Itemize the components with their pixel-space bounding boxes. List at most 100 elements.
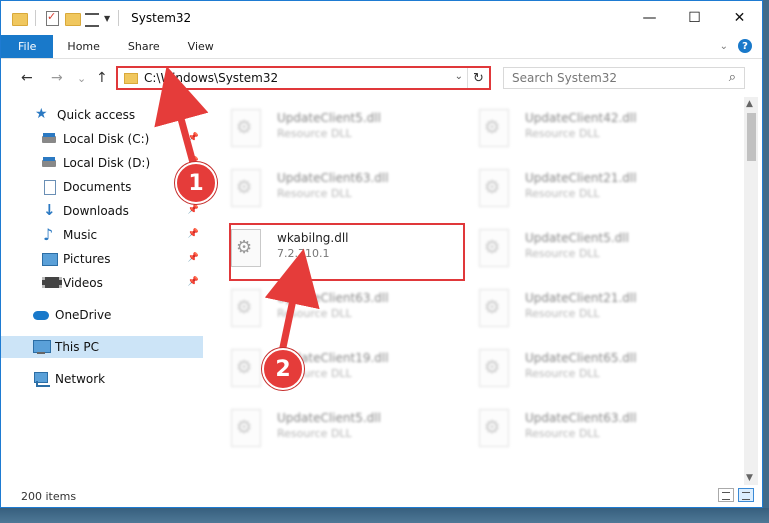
dll-file-icon: ⚙ xyxy=(231,349,261,387)
refresh-button[interactable]: ↻ xyxy=(467,68,489,88)
file-type: Resource DLL xyxy=(277,307,352,320)
address-bar[interactable]: C:\Windows\System32 ⌄ ↻ xyxy=(116,66,491,90)
file-type: Resource DLL xyxy=(277,427,352,440)
chevron-down-icon[interactable]: ⌄ xyxy=(455,71,463,82)
dll-file-icon: ⚙ xyxy=(479,109,509,147)
customize-toolbar-icon[interactable]: ▼ xyxy=(104,14,110,23)
scrollbar-thumb[interactable] xyxy=(747,113,756,161)
file-tile[interactable]: ⚙ UpdateClient65.dll Resource DLL xyxy=(459,341,689,393)
star-icon xyxy=(35,106,51,123)
tab-home[interactable]: Home xyxy=(53,35,113,58)
forward-button[interactable]: → xyxy=(51,70,63,86)
file-name: UpdateClient42.dll xyxy=(525,111,637,125)
dll-file-icon: ⚙ xyxy=(479,409,509,447)
recent-locations-button[interactable]: ⌄ xyxy=(77,72,86,85)
desktop-background-right xyxy=(763,0,769,523)
up-button[interactable]: ↑ xyxy=(96,70,108,86)
file-type: Resource DLL xyxy=(525,307,600,320)
ribbon-tabs: File Home Share View ⌄ ? xyxy=(1,35,762,59)
help-icon[interactable]: ? xyxy=(738,39,752,53)
maximize-button[interactable]: ☐ xyxy=(672,1,717,35)
file-tile[interactable]: ⚙ UpdateClient5.dll Resource DLL xyxy=(459,221,689,273)
tab-file[interactable]: File xyxy=(1,35,54,58)
scroll-down-icon[interactable]: ▼ xyxy=(746,473,753,483)
sidebar-item-pictures[interactable]: Pictures 📌 xyxy=(1,248,203,270)
close-button[interactable]: ✕ xyxy=(717,1,762,35)
file-name: UpdateClient5.dll xyxy=(277,411,381,425)
sidebar-item-local-disk-c[interactable]: Local Disk (C:) 📌 xyxy=(1,128,203,150)
file-type: Resource DLL xyxy=(525,367,600,380)
window-title: System32 xyxy=(131,11,192,25)
sidebar-item-quick-access[interactable]: Quick access xyxy=(1,104,203,126)
dll-file-icon: ⚙ xyxy=(231,409,261,447)
sidebar-item-label: Music xyxy=(63,228,98,242)
folder-icon xyxy=(11,10,28,26)
pin-icon: 📌 xyxy=(187,253,199,263)
minimize-button[interactable]: — xyxy=(627,1,672,35)
back-button[interactable]: ← xyxy=(21,70,33,86)
file-type: Resource DLL xyxy=(525,247,600,260)
file-tile[interactable]: ⚙ UpdateClient5.dll Resource DLL xyxy=(211,401,441,453)
pin-icon: 📌 xyxy=(187,277,199,287)
sidebar-item-label: Documents xyxy=(63,180,132,194)
this-pc-icon xyxy=(33,339,51,355)
toolbar-divider xyxy=(118,10,120,26)
vertical-scrollbar[interactable]: ▲ ▼ xyxy=(744,97,758,485)
sidebar-item-label: Videos xyxy=(63,276,103,290)
file-type: Resource DLL xyxy=(277,187,352,200)
navigation-bar: ← → ⌄ ↑ C:\Windows\System32 ⌄ ↻ Search S… xyxy=(1,61,762,95)
search-placeholder[interactable]: Search System32 xyxy=(512,71,617,85)
pin-icon: 📌 xyxy=(187,205,199,215)
step-1-badge: 1 xyxy=(175,162,217,204)
view-options-icon[interactable] xyxy=(84,10,100,27)
sidebar-item-label: Quick access xyxy=(57,108,136,122)
search-box[interactable]: Search System32 ⌕ xyxy=(503,67,745,89)
sidebar-item-videos[interactable]: Videos 📌 xyxy=(1,272,203,294)
pin-icon: 📌 xyxy=(187,229,199,239)
large-icons-view-button[interactable] xyxy=(738,488,754,502)
sidebar-item-documents[interactable]: Documents 📌 xyxy=(1,176,203,198)
scroll-up-icon[interactable]: ▲ xyxy=(746,99,753,109)
file-tile[interactable]: ⚙ UpdateClient21.dll Resource DLL xyxy=(459,161,689,213)
desktop-background-bottom xyxy=(0,508,769,523)
videos-icon xyxy=(41,275,62,291)
file-name: UpdateClient5.dll xyxy=(525,231,629,245)
sidebar-item-network[interactable]: Network xyxy=(1,368,203,390)
file-tile[interactable]: ⚙ UpdateClient63.dll Resource DLL xyxy=(459,401,689,453)
tab-view[interactable]: View xyxy=(174,35,228,58)
navigation-pane: Quick access Local Disk (C:) 📌 Local Dis… xyxy=(1,100,203,480)
onedrive-icon xyxy=(33,307,49,323)
file-tile[interactable]: ⚙ UpdateClient63.dll Resource DLL xyxy=(211,281,441,333)
file-tile[interactable]: ⚙ UpdateClient63.dll Resource DLL xyxy=(211,161,441,213)
highlight-box xyxy=(229,223,465,281)
details-view-button[interactable] xyxy=(718,488,734,502)
file-tile[interactable]: ⚙ UpdateClient21.dll Resource DLL xyxy=(459,281,689,333)
sidebar-item-this-pc[interactable]: This PC xyxy=(1,336,203,358)
sidebar-item-label: This PC xyxy=(55,340,99,354)
sidebar-item-onedrive[interactable]: OneDrive xyxy=(1,304,203,326)
new-folder-icon[interactable] xyxy=(64,10,81,26)
file-tile[interactable]: ⚙ UpdateClient5.dll Resource DLL xyxy=(211,101,441,153)
sidebar-item-label: OneDrive xyxy=(55,308,112,322)
expand-ribbon-icon[interactable]: ⌄ xyxy=(720,41,728,52)
file-tile[interactable]: ⚙ UpdateClient42.dll Resource DLL xyxy=(459,101,689,153)
address-path[interactable]: C:\Windows\System32 xyxy=(144,71,278,85)
file-name: UpdateClient21.dll xyxy=(525,291,637,305)
properties-icon[interactable] xyxy=(44,10,60,26)
sidebar-item-label: Local Disk (C:) xyxy=(63,132,150,146)
sidebar-item-local-disk-d[interactable]: Local Disk (D:) 📌 xyxy=(1,152,203,174)
view-buttons xyxy=(718,488,754,502)
search-icon[interactable]: ⌕ xyxy=(729,70,736,85)
pin-icon: 📌 xyxy=(187,133,199,143)
file-name: UpdateClient63.dll xyxy=(277,171,389,185)
file-tile[interactable]: ⚙ UpdateClient19.dll Resource DLL xyxy=(211,341,441,393)
file-list: ⚙ UpdateClient5.dll Resource DLL ⚙ Updat… xyxy=(211,97,741,477)
sidebar-item-downloads[interactable]: Downloads 📌 xyxy=(1,200,203,222)
dll-file-icon: ⚙ xyxy=(479,169,509,207)
sidebar-item-music[interactable]: Music 📌 xyxy=(1,224,203,246)
folder-icon xyxy=(124,72,138,84)
network-icon xyxy=(33,371,50,387)
title-bar: ▼ System32 — ☐ ✕ xyxy=(1,1,762,35)
sidebar-item-label: Network xyxy=(55,372,106,386)
tab-share[interactable]: Share xyxy=(114,35,174,58)
